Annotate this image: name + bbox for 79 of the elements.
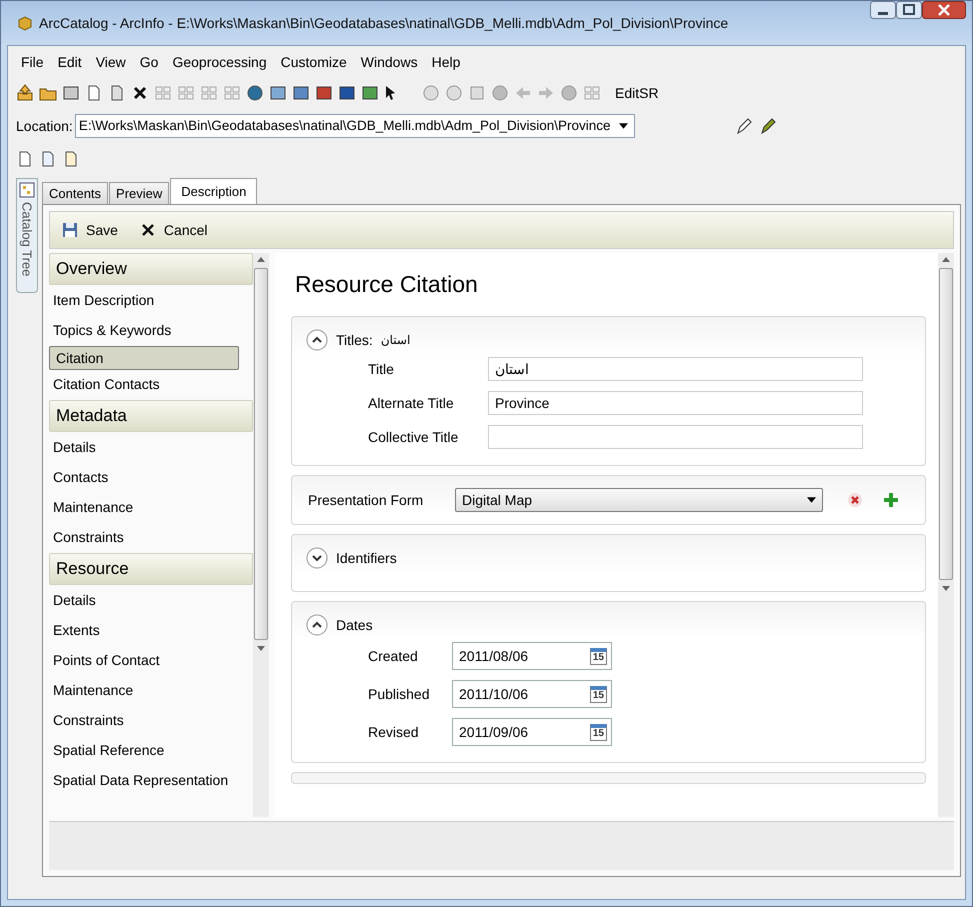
section-title-value: استان bbox=[380, 333, 410, 347]
close-button[interactable] bbox=[922, 1, 966, 19]
nav-item[interactable]: Maintenance bbox=[49, 493, 253, 523]
dropdown[interactable]: Digital Map bbox=[455, 488, 823, 512]
scroll-down-icon[interactable] bbox=[257, 646, 265, 651]
menu-item[interactable]: Geoprocessing bbox=[167, 52, 272, 72]
nav-item[interactable]: Details bbox=[49, 433, 253, 463]
calendar-icon[interactable]: 15 bbox=[590, 648, 607, 664]
input-field[interactable]: Province bbox=[488, 391, 863, 415]
nav-item[interactable]: Maintenance bbox=[49, 676, 253, 706]
field-label: Alternate Title bbox=[368, 395, 455, 411]
tab[interactable]: Description bbox=[170, 178, 258, 204]
nav-item[interactable]: Item Description bbox=[49, 286, 253, 316]
up-folder-icon[interactable] bbox=[16, 84, 34, 102]
cancel-button[interactable]: Cancel bbox=[136, 220, 212, 240]
field-label: Published bbox=[368, 686, 430, 702]
field-label: Revised bbox=[368, 724, 420, 740]
dropdown-arrow-icon[interactable] bbox=[618, 122, 628, 128]
page-heading: Resource Citation bbox=[294, 270, 479, 299]
dropdown-arrow-icon[interactable] bbox=[807, 497, 816, 503]
save-button[interactable]: Save bbox=[58, 220, 122, 240]
menu-item[interactable]: Go bbox=[134, 52, 164, 72]
nav-section-heading[interactable]: Overview bbox=[49, 253, 253, 285]
menu-item[interactable]: Windows bbox=[356, 52, 423, 72]
field-label: Title bbox=[368, 361, 395, 377]
cancel-icon bbox=[140, 222, 156, 238]
location-label: Location: bbox=[16, 118, 73, 134]
field-label: Created bbox=[368, 648, 419, 664]
catalog-tree-tab[interactable]: Catalog Tree bbox=[16, 178, 38, 293]
pencil-icon[interactable] bbox=[734, 116, 753, 134]
input-field[interactable] bbox=[488, 425, 863, 449]
tab[interactable]: Preview bbox=[109, 182, 170, 204]
date-field[interactable]: 2011/08/06 15 bbox=[452, 642, 612, 670]
pencil-icon[interactable] bbox=[758, 116, 777, 134]
menu-item[interactable]: Edit bbox=[52, 52, 87, 72]
menu-item[interactable]: Customize bbox=[276, 52, 352, 72]
scroll-down-icon[interactable] bbox=[942, 586, 950, 591]
menu-item[interactable]: View bbox=[90, 52, 131, 72]
window-title: ArcCatalog - ArcInfo - E:\Works\Maskan\Bin\Geodatabases\natinal\GDB_Melli.mdb\Adm_Pol_Division\Province bbox=[39, 15, 728, 31]
nav-item[interactable]: Spatial Reference bbox=[49, 736, 253, 766]
add-icon[interactable] bbox=[883, 492, 899, 508]
minimize-button[interactable] bbox=[870, 1, 896, 19]
nav-item[interactable]: Points of Contact bbox=[49, 646, 253, 676]
field-label: Presentation Form bbox=[308, 492, 424, 508]
nav-item[interactable]: Contacts bbox=[49, 463, 253, 493]
date-field[interactable]: 2011/10/06 15 bbox=[452, 680, 612, 708]
nav-item[interactable]: Citation Contacts bbox=[49, 370, 253, 400]
scrollbar[interactable] bbox=[938, 253, 954, 817]
collapse-toggle-icon[interactable] bbox=[306, 329, 328, 351]
nav-section-heading[interactable]: Metadata bbox=[49, 400, 253, 432]
nav-item[interactable]: Constraints bbox=[49, 706, 253, 736]
section-title: Identifiers bbox=[336, 550, 397, 566]
scroll-up-icon[interactable] bbox=[257, 257, 265, 262]
nav-item[interactable]: Spatial Data Representation bbox=[49, 766, 253, 796]
field-label: Collective Title bbox=[368, 429, 460, 445]
maximize-button[interactable] bbox=[896, 1, 922, 19]
location-field[interactable]: E:\Works\Maskan\Bin\Geodatabases\natinal\GDB_Melli.mdb\Adm_Pol_Division\Province bbox=[74, 114, 635, 138]
section-title: Titles: bbox=[336, 332, 373, 348]
section-title: Dates bbox=[336, 617, 373, 633]
input-field[interactable]: استان bbox=[488, 357, 863, 381]
nav-section-heading[interactable]: Resource bbox=[49, 553, 253, 585]
calendar-icon[interactable]: 15 bbox=[590, 686, 607, 702]
collapse-toggle-icon[interactable] bbox=[306, 547, 328, 569]
menu-item[interactable]: Help bbox=[426, 52, 466, 72]
edit-sr-button[interactable]: EditSR bbox=[612, 84, 662, 102]
scrollbar[interactable] bbox=[253, 253, 269, 817]
nav-item[interactable]: Topics & Keywords bbox=[49, 316, 253, 346]
nav-item[interactable]: Extents bbox=[49, 616, 253, 646]
collapse-toggle-icon[interactable] bbox=[306, 614, 328, 636]
nav-item[interactable]: Details bbox=[49, 586, 253, 616]
nav-item[interactable]: Citation bbox=[49, 346, 239, 370]
tab[interactable]: Contents bbox=[42, 182, 108, 204]
scroll-up-icon[interactable] bbox=[942, 257, 950, 262]
nav-item[interactable]: Constraints bbox=[49, 523, 253, 553]
calendar-icon[interactable]: 15 bbox=[590, 724, 607, 740]
date-field[interactable]: 2011/09/06 15 bbox=[452, 718, 612, 746]
remove-icon[interactable] bbox=[847, 492, 863, 508]
app-icon bbox=[17, 15, 33, 31]
menu-item[interactable]: File bbox=[16, 52, 49, 72]
